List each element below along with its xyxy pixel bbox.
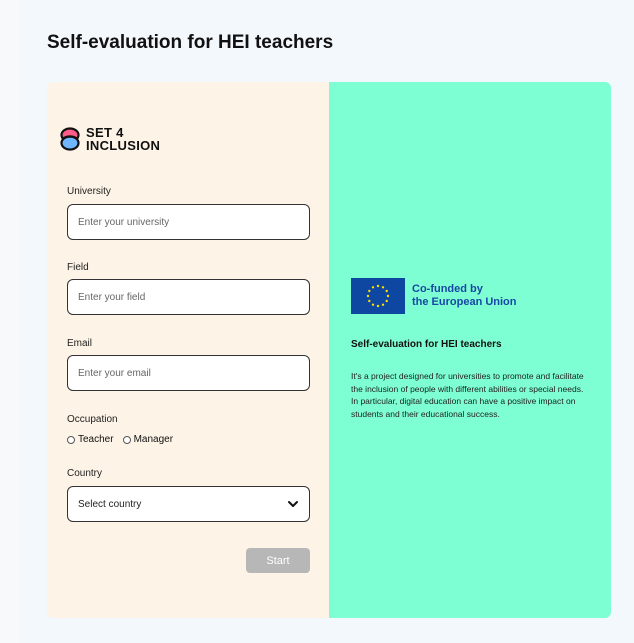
logo-text: SET 4 INCLUSION [86,126,160,152]
logo-mark-icon [60,127,80,151]
occupation-radio-group: Teacher Manager [67,434,182,445]
evaluation-card: SET 4 INCLUSION University Field Email O… [47,82,611,618]
eu-flag-icon [351,278,405,314]
country-label: Country [67,468,103,479]
radio-teacher[interactable]: Teacher [67,434,114,445]
radio-circle-icon[interactable] [122,435,131,444]
logo-line-2: INCLUSION [86,138,161,153]
field-input[interactable] [67,279,310,315]
university-input[interactable] [67,204,310,240]
info-title: Self-evaluation for HEI teachers [351,339,502,350]
radio-manager[interactable]: Manager [122,434,173,445]
email-input[interactable] [67,355,310,391]
eu-cofunded-text: Co-funded by the European Union [412,283,517,309]
radio-teacher-label[interactable]: Teacher [78,434,114,445]
set4inclusion-logo: SET 4 INCLUSION [60,126,160,152]
chevron-down-icon [288,501,298,507]
eu-line-2: the European Union [412,296,517,308]
page-title: Self-evaluation for HEI teachers [47,32,334,53]
field-label: Field [67,262,89,273]
form-panel: SET 4 INCLUSION University Field Email O… [47,82,329,618]
eu-line-1: Co-funded by [412,283,483,295]
country-select[interactable]: Select country [67,486,310,522]
country-select-value: Select country [78,498,142,510]
info-description: It's a project designed for universities… [351,371,584,419]
email-label: Email [67,338,93,349]
radio-circle-icon[interactable] [67,435,75,444]
info-panel: Co-funded by the European Union Self-eva… [329,82,611,618]
eu-cofunded-badge: Co-funded by the European Union [351,278,517,314]
start-button[interactable]: Start [246,548,310,573]
radio-manager-label[interactable]: Manager [134,434,173,445]
occupation-label: Occupation [67,414,118,425]
university-label: University [67,186,111,197]
